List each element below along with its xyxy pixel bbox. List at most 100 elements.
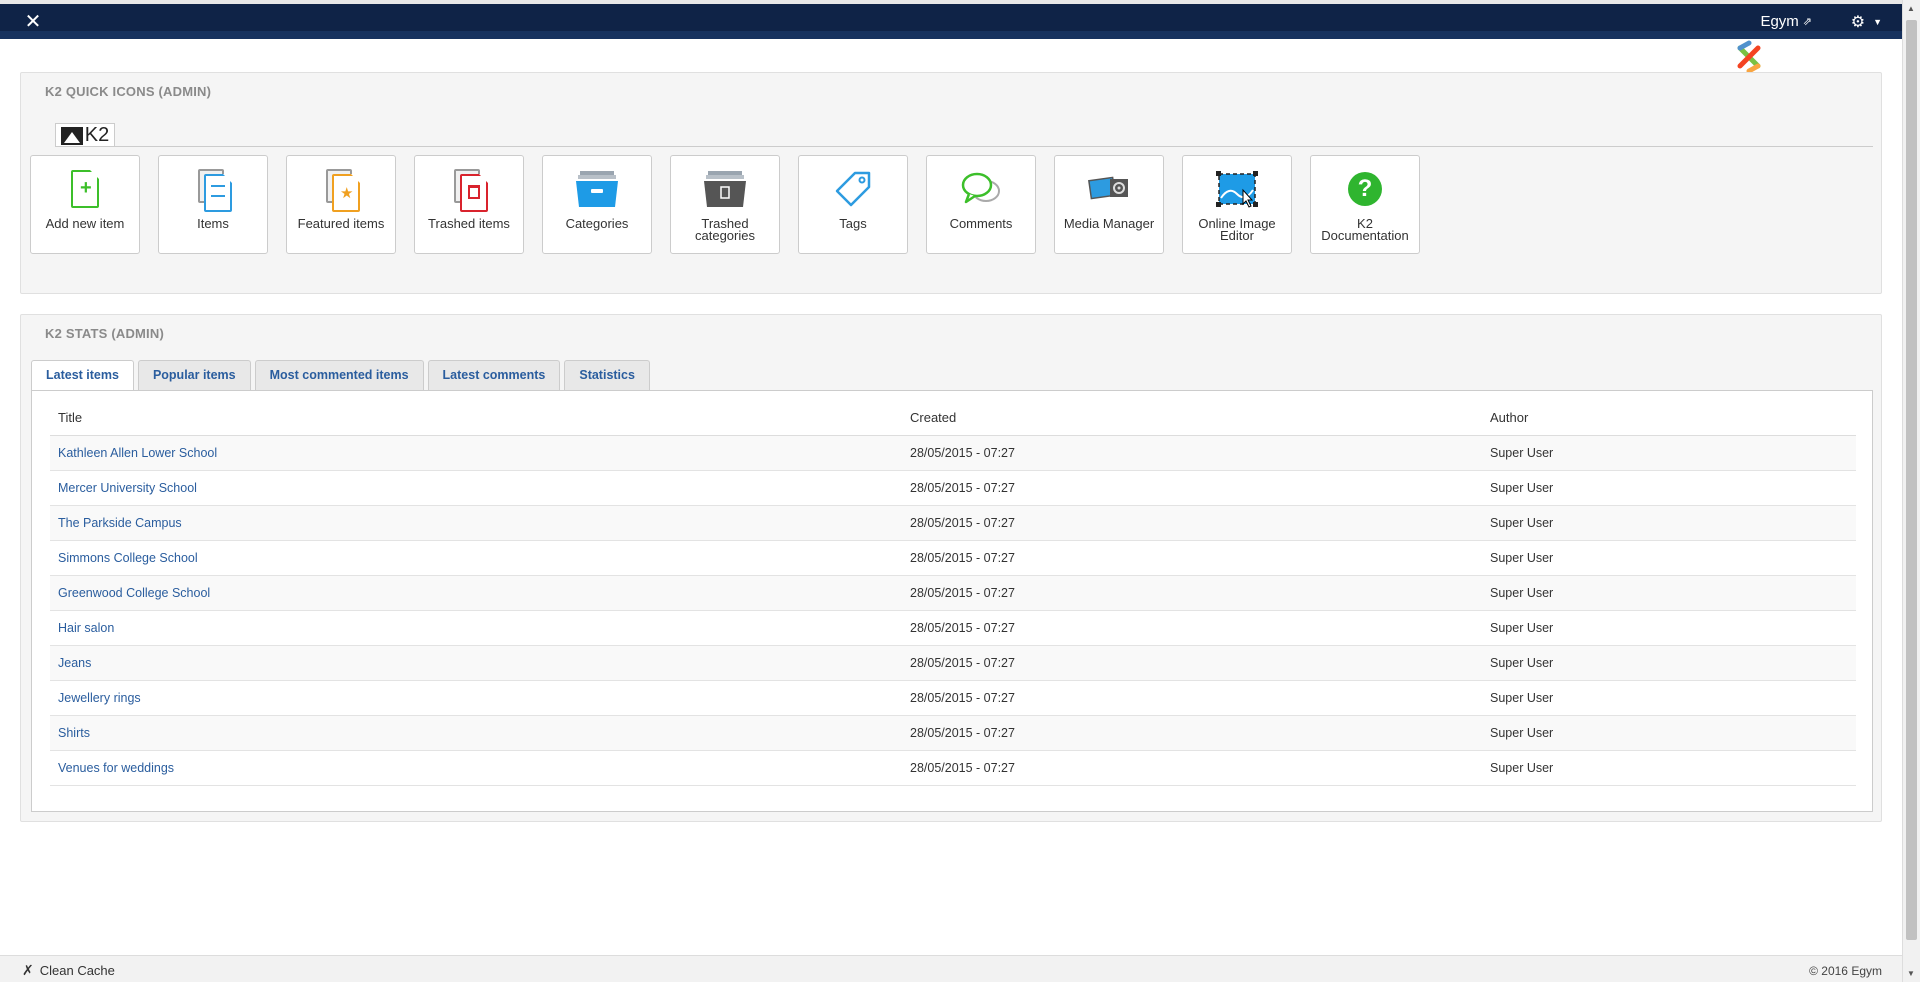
item-author-cell: Super User xyxy=(1482,540,1856,576)
item-title-link[interactable]: Mercer University School xyxy=(58,481,197,495)
item-author-cell: Super User xyxy=(1482,575,1856,611)
tab-most-commented-items[interactable]: Most commented items xyxy=(254,360,424,390)
quick-icon-label: Add new item xyxy=(45,216,125,231)
comments-button[interactable]: Comments xyxy=(926,155,1036,254)
quick-icon-label: K2 Documentation xyxy=(1321,216,1409,243)
categories-box-icon xyxy=(572,164,622,214)
media-manager-button[interactable]: Media Manager xyxy=(1054,155,1164,254)
copyright-text: © 2016 Egym xyxy=(1809,964,1882,978)
item-created-cell: 28/05/2015 - 07:27 xyxy=(902,750,1482,786)
add-new-item-button[interactable]: + Add new item xyxy=(30,155,140,254)
item-author-cell: Super User xyxy=(1482,715,1856,751)
quick-icon-label: Items xyxy=(197,216,229,231)
column-header-created: Created xyxy=(902,401,1482,436)
documents-icon xyxy=(188,164,238,214)
clean-cache-label: Clean Cache xyxy=(39,963,115,978)
quick-icon-label: Trashed items xyxy=(428,216,510,231)
table-row: Simmons College School 28/05/2015 - 07:2… xyxy=(50,540,1856,576)
items-button[interactable]: Items xyxy=(158,155,268,254)
broom-icon: ✗ xyxy=(22,962,34,978)
stats-title: K2 STATS (ADMIN) xyxy=(45,326,164,341)
table-row: The Parkside Campus 28/05/2015 - 07:27 S… xyxy=(50,505,1856,541)
item-created-cell: 28/05/2015 - 07:27 xyxy=(902,645,1482,681)
tab-content: Title Created Author Kathleen Allen Lowe… xyxy=(31,390,1873,812)
item-title-cell: The Parkside Campus xyxy=(50,505,902,541)
item-title-link[interactable]: Hair salon xyxy=(58,621,114,635)
page-scrollbar[interactable]: ▲ ▼ xyxy=(1902,0,1920,982)
table-row: Kathleen Allen Lower School 28/05/2015 -… xyxy=(50,435,1856,471)
quick-icon-label: Online Image Editor xyxy=(1198,216,1276,243)
site-name: Egym xyxy=(1760,13,1799,30)
tab-popular-items[interactable]: Popular items xyxy=(137,360,251,390)
tab-latest-items[interactable]: Latest items xyxy=(31,360,134,391)
trashed-items-button[interactable]: Trashed items xyxy=(414,155,524,254)
item-author-cell: Super User xyxy=(1482,435,1856,471)
online-image-editor-button[interactable]: Online Image Editor xyxy=(1182,155,1292,254)
quick-icons-title: K2 QUICK ICONS (ADMIN) xyxy=(45,84,212,99)
item-created-cell: 28/05/2015 - 07:27 xyxy=(902,715,1482,751)
categories-button[interactable]: Categories xyxy=(542,155,652,254)
table-row: Mercer University School 28/05/2015 - 07… xyxy=(50,470,1856,506)
table-row: Shirts 28/05/2015 - 07:27 Super User xyxy=(50,715,1856,751)
quick-icon-label: Trashed categories xyxy=(695,216,755,243)
trashed-categories-button[interactable]: Trashed categories xyxy=(670,155,780,254)
item-title-link[interactable]: Kathleen Allen Lower School xyxy=(58,446,217,460)
quick-icon-label: Categories xyxy=(565,216,629,231)
item-author-cell: Super User xyxy=(1482,505,1856,541)
clean-cache-button[interactable]: ✗ Clean Cache xyxy=(22,962,115,979)
k2-mountain-icon xyxy=(60,126,83,145)
scroll-up-icon[interactable]: ▲ xyxy=(1907,4,1915,13)
tags-button[interactable]: Tags xyxy=(798,155,908,254)
item-title-link[interactable]: Venues for weddings xyxy=(58,761,174,775)
quick-icon-label: Tags xyxy=(839,216,867,231)
item-title-link[interactable]: Greenwood College School xyxy=(58,586,210,600)
settings-menu[interactable]: ⚙ ▼ xyxy=(1851,12,1882,32)
featured-items-button[interactable]: ★ Featured items xyxy=(286,155,396,254)
item-title-cell: Mercer University School xyxy=(50,470,902,506)
item-title-cell: Jewellery rings xyxy=(50,680,902,716)
table-row: Hair salon 28/05/2015 - 07:27 Super User xyxy=(50,610,1856,646)
joomla-icon[interactable]: ✕ xyxy=(22,11,44,33)
caret-down-icon: ▼ xyxy=(1873,17,1882,27)
item-title-cell: Shirts xyxy=(50,715,902,751)
item-title-cell: Jeans xyxy=(50,645,902,681)
scroll-down-icon[interactable]: ▼ xyxy=(1907,969,1915,978)
item-title-link[interactable]: The Parkside Campus xyxy=(58,516,182,530)
quick-icon-label: Media Manager xyxy=(1063,216,1155,231)
quick-icon-label: Comments xyxy=(949,216,1013,231)
item-created-cell: 28/05/2015 - 07:27 xyxy=(902,575,1482,611)
featured-documents-icon: ★ xyxy=(316,164,366,214)
item-title-link[interactable]: Shirts xyxy=(58,726,90,740)
item-title-link[interactable]: Simmons College School xyxy=(58,551,198,565)
k2-logo: K2 xyxy=(55,123,115,147)
tab-statistics[interactable]: Statistics xyxy=(564,360,650,390)
item-title-link[interactable]: Jeans xyxy=(58,656,91,670)
item-title-cell: Venues for weddings xyxy=(50,750,902,786)
joomla-logo-icon xyxy=(1737,40,1761,74)
item-author-cell: Super User xyxy=(1482,750,1856,786)
tab-latest-comments[interactable]: Latest comments xyxy=(427,360,561,390)
stats-panel: K2 STATS (ADMIN) Latest items Popular it… xyxy=(20,314,1882,822)
quick-icon-label: Featured items xyxy=(297,216,385,231)
divider xyxy=(55,146,1873,147)
scroll-thumb[interactable] xyxy=(1906,20,1917,940)
table-header-row: Title Created Author xyxy=(50,401,1856,436)
item-created-cell: 28/05/2015 - 07:27 xyxy=(902,540,1482,576)
column-header-author: Author xyxy=(1482,401,1856,436)
trashed-categories-icon xyxy=(700,164,750,214)
item-author-cell: Super User xyxy=(1482,645,1856,681)
item-title-link[interactable]: Jewellery rings xyxy=(58,691,141,705)
site-link[interactable]: Egym ⇗ xyxy=(1760,13,1812,30)
k2-documentation-button[interactable]: ? K2 Documentation xyxy=(1310,155,1420,254)
help-icon: ? xyxy=(1340,164,1390,214)
item-title-cell: Kathleen Allen Lower School xyxy=(50,435,902,471)
trashed-documents-icon xyxy=(444,164,494,214)
add-document-icon: + xyxy=(60,164,110,214)
item-created-cell: 28/05/2015 - 07:27 xyxy=(902,470,1482,506)
item-author-cell: Super User xyxy=(1482,610,1856,646)
table-row: Venues for weddings 28/05/2015 - 07:27 S… xyxy=(50,750,1856,786)
media-manager-icon xyxy=(1084,164,1134,214)
latest-items-table: Title Created Author Kathleen Allen Lowe… xyxy=(50,401,1856,786)
item-author-cell: Super User xyxy=(1482,470,1856,506)
item-created-cell: 28/05/2015 - 07:27 xyxy=(902,610,1482,646)
